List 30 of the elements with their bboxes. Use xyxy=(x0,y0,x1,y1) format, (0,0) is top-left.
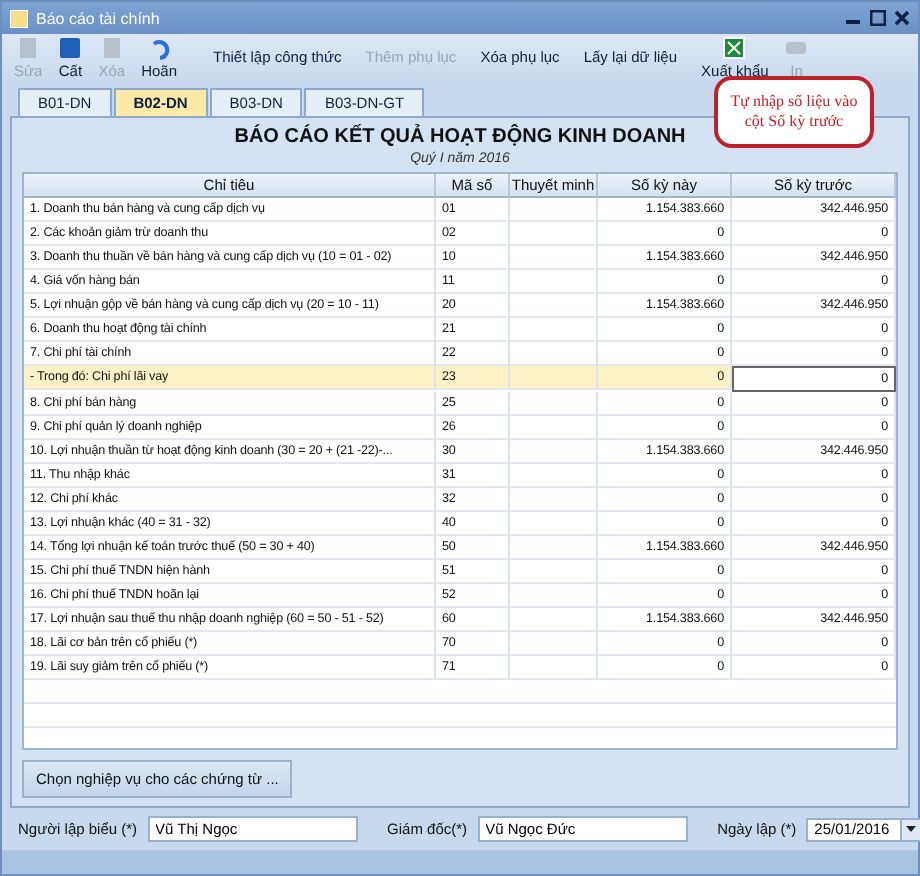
table-cell xyxy=(510,366,598,391)
table-cell xyxy=(510,608,598,633)
table-cell xyxy=(510,294,598,319)
table-cell xyxy=(510,536,598,561)
app-icon xyxy=(10,9,28,28)
table-cell xyxy=(510,512,598,537)
table-cell xyxy=(510,656,598,681)
table-cell xyxy=(510,584,598,609)
table-cell xyxy=(510,270,598,295)
table-cell xyxy=(510,560,598,585)
dropdown-button[interactable] xyxy=(900,817,920,842)
spreadsheet-icon xyxy=(722,35,747,60)
table-cell xyxy=(510,342,598,367)
maximize-icon[interactable] xyxy=(870,10,886,27)
table-cell xyxy=(510,488,598,513)
table-cell xyxy=(510,246,598,271)
table-cell xyxy=(510,392,598,417)
table-cell xyxy=(510,318,598,343)
table-cell xyxy=(510,222,598,247)
window-title: Báo cáo tài chính xyxy=(36,9,162,28)
close-icon[interactable] xyxy=(894,10,910,27)
report-title: BÁO CÁO KẾT QUẢ HOẠT ĐỘNG KINH DOANH xyxy=(234,126,686,149)
table-cell xyxy=(510,416,598,441)
table-cell xyxy=(510,440,598,465)
callout: Tự nhập số liệu vào cột Số kỳ trước xyxy=(714,76,874,148)
table-cell xyxy=(510,632,598,657)
table-cell xyxy=(510,198,598,223)
table-cell xyxy=(510,464,598,489)
undo-icon xyxy=(147,35,172,60)
caret-icon xyxy=(906,826,917,833)
